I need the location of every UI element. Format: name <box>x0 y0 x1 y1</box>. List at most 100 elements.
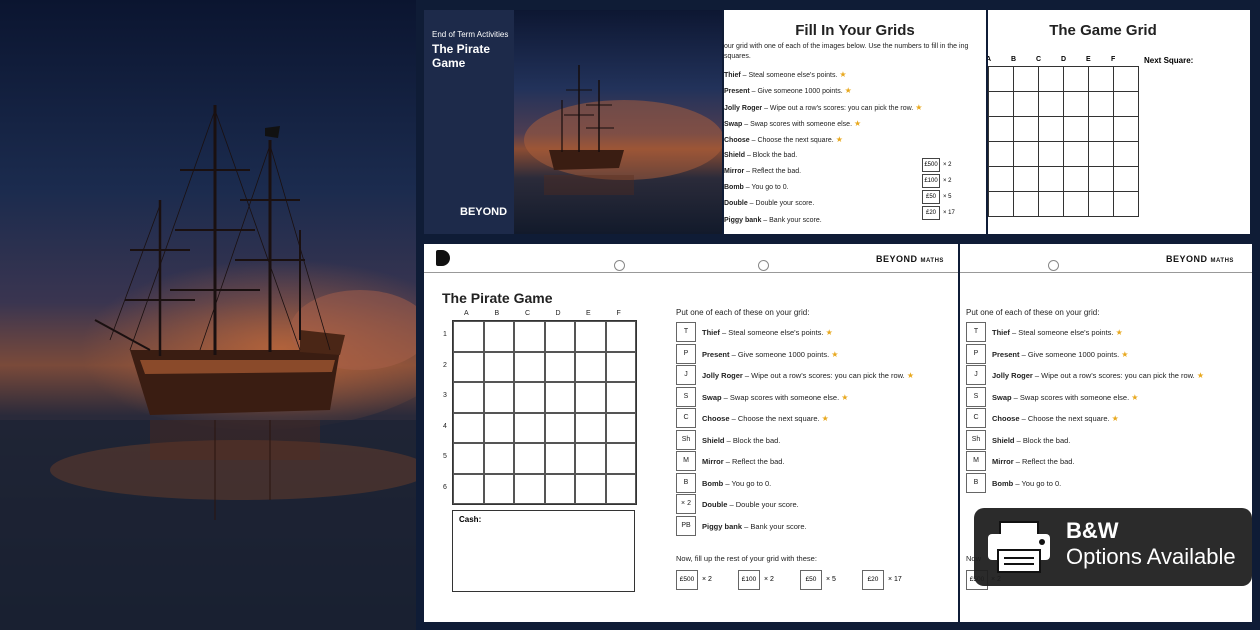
now-instructions: Now, fill up the rest of your grid with … <box>676 554 817 563</box>
grid-cell <box>1088 116 1114 142</box>
worksheet-item: Jolly Roger – Wipe out a row's scores: y… <box>702 371 914 380</box>
fill-grids-intro: our grid with one of each of the images … <box>724 42 974 62</box>
item-desc: – Steal someone else's points. <box>741 72 838 79</box>
grid-cell <box>1088 141 1114 167</box>
grid-cell <box>484 382 515 413</box>
grid-cell <box>575 443 606 474</box>
cash-value-multiplier: × 2 <box>702 576 712 583</box>
star-icon: ★ <box>822 414 829 423</box>
item-name: Jolly Roger <box>724 105 762 112</box>
punch-hole-icon <box>1048 260 1059 271</box>
grid-cell <box>484 413 515 444</box>
grid-cell <box>606 352 637 383</box>
grid-cell <box>484 443 515 474</box>
item-name: Swap <box>702 393 722 402</box>
item-desc: – Give someone 1000 points. <box>750 88 843 95</box>
item-name: Bomb <box>992 479 1013 488</box>
item-name: Bomb <box>702 479 723 488</box>
title-slide-eyebrow: End of Term Activities <box>432 30 508 39</box>
bw-title: B&W <box>1066 518 1119 544</box>
item-code-box: PB <box>676 516 696 536</box>
item-code-box: × 2 <box>676 494 696 514</box>
worksheet-item: Swap – Swap scores with someone else. ★ <box>992 393 1138 402</box>
game-grid-title: The Game Grid <box>988 22 1218 39</box>
grid-cell <box>1038 66 1064 92</box>
product-preview: End of Term Activities The Pirate Game B… <box>0 0 1260 630</box>
item-code-box: J <box>966 365 986 385</box>
worksheet-item: Thief – Steal someone else's points. ★ <box>702 328 833 337</box>
grid-cell <box>453 474 484 505</box>
grid-cell <box>1063 116 1089 142</box>
punch-hole-icon <box>758 260 769 271</box>
row-label: 6 <box>443 484 447 491</box>
row-label: 2 <box>443 362 447 369</box>
grid-cell <box>988 141 1014 167</box>
ship-thumbnail <box>514 10 722 234</box>
item-desc: – Block the bad. <box>745 152 797 159</box>
grid-cell <box>484 474 515 505</box>
punch-hole-icon <box>614 260 625 271</box>
item-desc: – Double your score. <box>748 200 815 207</box>
item-name: Present <box>992 350 1020 359</box>
item-name: Shield <box>724 152 745 159</box>
grid-cell <box>575 474 606 505</box>
cash-value-box: £100 <box>738 570 760 590</box>
item-code-box: M <box>966 451 986 471</box>
grid-cell <box>484 321 515 352</box>
item-desc: – Steal someone else's points. <box>720 328 824 337</box>
fill-item: Double – Double your score. <box>724 200 814 207</box>
grid-cell <box>606 413 637 444</box>
item-name: Swap <box>992 393 1012 402</box>
grid-cell <box>1013 166 1039 192</box>
grid-cell <box>1088 91 1114 117</box>
star-icon: ★ <box>907 371 914 380</box>
worksheet-item: Double – Double your score. <box>702 500 799 509</box>
title-slide-image <box>514 10 722 234</box>
item-name: Choose <box>992 414 1020 423</box>
grid-cell <box>1113 166 1139 192</box>
bw-subtitle: Options Available <box>1066 544 1236 570</box>
item-name: Thief <box>992 328 1010 337</box>
item-code-box: B <box>966 473 986 493</box>
item-code-box: S <box>676 387 696 407</box>
grid-cell <box>575 321 606 352</box>
item-desc: – Block the bad. <box>725 436 781 445</box>
cash-value-box: £500 <box>676 570 698 590</box>
item-desc: – Reflect the bad. <box>744 168 801 175</box>
worksheet-item: Swap – Swap scores with someone else. ★ <box>702 393 848 402</box>
fill-item: Piggy bank – Bank your score. <box>724 217 822 224</box>
put-instructions: Put one of each of these on your grid: <box>676 308 809 317</box>
grid-cell <box>1063 91 1089 117</box>
item-desc: – Choose the next square. <box>1020 414 1110 423</box>
worksheet-item: Bomb – You go to 0. <box>702 479 771 488</box>
item-desc: – Double your score. <box>727 500 798 509</box>
game-grid-slide: The Game Grid Next Square: ABCDEF <box>988 10 1250 234</box>
fill-item: Jolly Roger – Wipe out a row's scores: y… <box>724 103 922 112</box>
item-name: Choose <box>702 414 730 423</box>
fill-cash-box: £50 <box>922 190 940 204</box>
row-label: 3 <box>443 392 447 399</box>
grid-cell <box>575 382 606 413</box>
worksheet-item: Shield – Block the bad. <box>992 436 1070 445</box>
grid-cell <box>1013 66 1039 92</box>
fill-item: Present – Give someone 1000 points. ★ <box>724 86 852 95</box>
beyond-logo: BEYOND <box>460 206 507 218</box>
grid-cell <box>1038 166 1064 192</box>
grid-cell <box>1038 116 1064 142</box>
item-name: Piggy bank <box>724 217 761 224</box>
item-desc: – Steal someone else's points. <box>1010 328 1114 337</box>
game-grid <box>988 66 1138 216</box>
item-name: Present <box>724 88 750 95</box>
grid-cell <box>1013 191 1039 217</box>
item-name: Mirror <box>702 457 724 466</box>
grid-cell <box>575 413 606 444</box>
title-slide-heading: The Pirate Game <box>432 42 512 70</box>
cash-value-multiplier: × 5 <box>826 576 836 583</box>
star-icon: ★ <box>1121 350 1128 359</box>
star-icon: ★ <box>1197 371 1204 380</box>
item-code-box: Sh <box>966 430 986 450</box>
item-desc: – You go to 0. <box>723 479 771 488</box>
grid-cell <box>988 191 1014 217</box>
grid-cell <box>1113 191 1139 217</box>
grid-cell <box>514 352 545 383</box>
